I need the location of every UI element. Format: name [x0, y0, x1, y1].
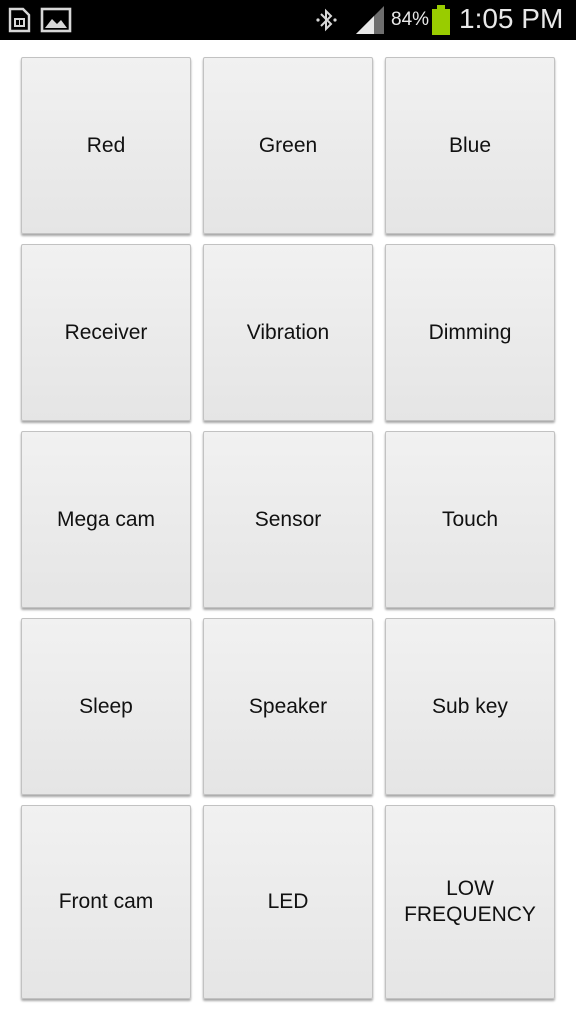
led-button[interactable]: LED	[203, 805, 373, 999]
button-label: Touch	[441, 507, 499, 531]
button-label: Mega cam	[56, 507, 156, 531]
low-frequency-button[interactable]: LOW FREQUENCY	[385, 805, 555, 999]
button-label: Green	[258, 133, 318, 157]
red-button[interactable]: Red	[21, 57, 191, 234]
clock: 1:05 PM	[459, 3, 564, 34]
button-label: Vibration	[246, 320, 330, 344]
button-label: Dimming	[428, 320, 512, 344]
button-label: Receiver	[64, 320, 148, 344]
dimming-button[interactable]: Dimming	[385, 244, 555, 421]
sensor-button[interactable]: Sensor	[203, 431, 373, 608]
receiver-button[interactable]: Receiver	[21, 244, 191, 421]
speaker-button[interactable]: Speaker	[203, 618, 373, 795]
signal-icon	[356, 6, 384, 34]
button-label: Speaker	[248, 694, 328, 718]
front-cam-button[interactable]: Front cam	[21, 805, 191, 999]
vibration-button[interactable]: Vibration	[203, 244, 373, 421]
test-button-grid: Red Green Blue Receiver Vibration Dimmin…	[21, 57, 555, 999]
button-label: Sub key	[432, 694, 508, 718]
blue-button[interactable]: Blue	[385, 57, 555, 234]
bluetooth-icon	[316, 8, 337, 32]
sub-key-button[interactable]: Sub key	[385, 618, 555, 795]
button-label: Red	[86, 133, 126, 157]
battery-icon	[432, 5, 450, 35]
button-label: LED	[267, 890, 309, 913]
button-label: Front cam	[58, 890, 154, 913]
mega-cam-button[interactable]: Mega cam	[21, 431, 191, 608]
battery-percent: 84%	[391, 9, 430, 30]
button-label: Sleep	[79, 694, 133, 718]
button-label: LOW FREQUENCY	[404, 877, 536, 926]
sim-card-icon	[8, 7, 31, 33]
status-bar: 84% 1:05 PM	[0, 0, 576, 40]
green-button[interactable]: Green	[203, 57, 373, 234]
button-label: Blue	[448, 133, 492, 157]
sleep-button[interactable]: Sleep	[21, 618, 191, 795]
touch-button[interactable]: Touch	[385, 431, 555, 608]
picture-icon	[40, 7, 72, 33]
button-label: Sensor	[254, 507, 322, 531]
